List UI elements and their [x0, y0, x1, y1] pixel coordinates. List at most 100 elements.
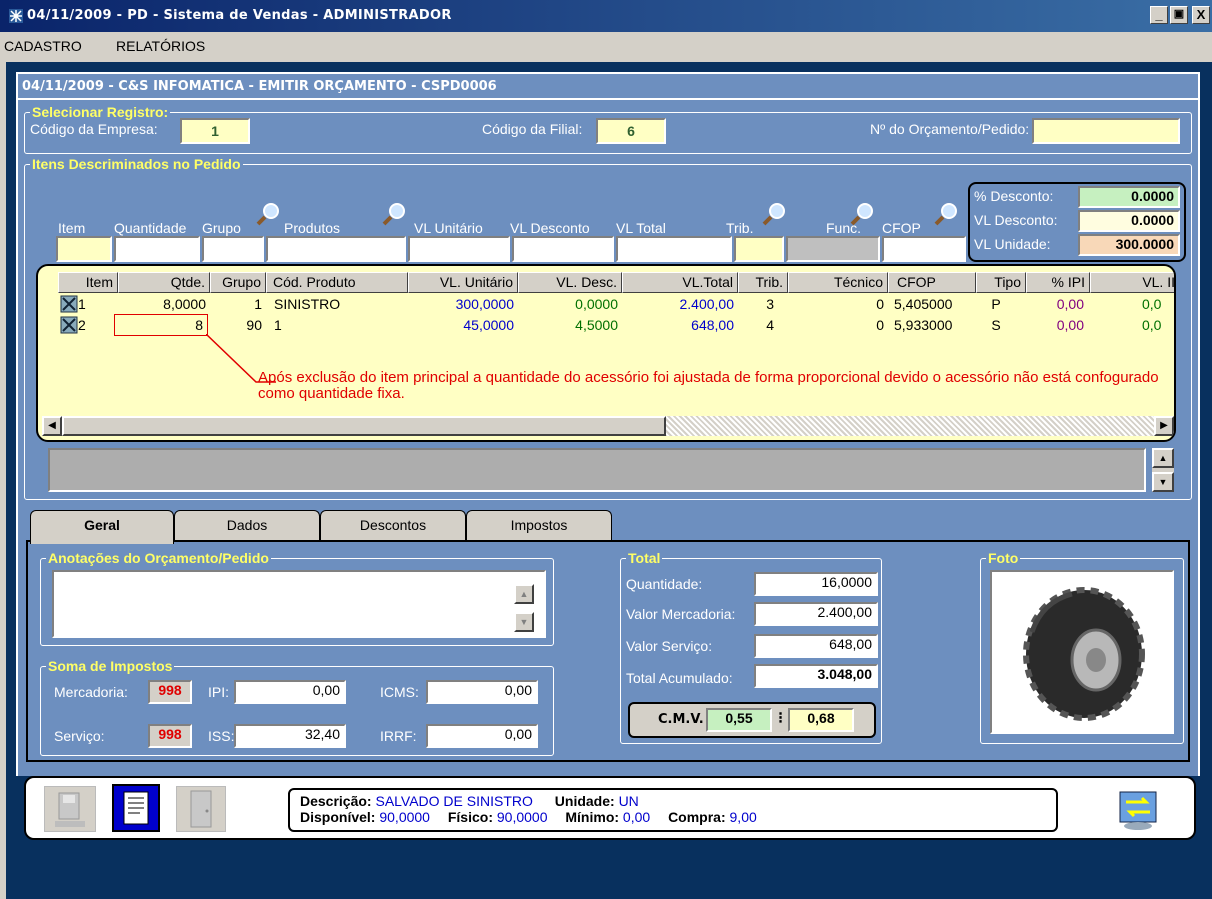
- refresh-button[interactable]: [1116, 786, 1162, 832]
- search-func-icon[interactable]: [850, 202, 874, 226]
- row-2-tecnico[interactable]: 0: [788, 317, 884, 333]
- row-1-icon[interactable]: [60, 295, 78, 313]
- total-serv-input[interactable]: 648,00: [754, 634, 878, 658]
- row-1-ipi[interactable]: 0,00: [1026, 296, 1084, 312]
- print-button[interactable]: [112, 784, 160, 832]
- total-acum-input[interactable]: 3.048,00: [754, 664, 878, 688]
- col-header-vl-unitario[interactable]: VL. Unitário: [408, 272, 518, 293]
- scroll-down-icon[interactable]: ▼: [1152, 472, 1174, 492]
- tax-iss-input[interactable]: 32,40: [234, 724, 346, 748]
- tab-geral[interactable]: Geral: [30, 510, 174, 544]
- row-1-cfop[interactable]: 5,405000: [894, 296, 952, 312]
- total-qtd-input[interactable]: 16,0000: [754, 572, 878, 596]
- row-2-cod-produto[interactable]: 1: [274, 317, 282, 333]
- row-1-cod-produto[interactable]: SINISTRO: [274, 296, 340, 312]
- row-2-trib[interactable]: 4: [738, 317, 774, 333]
- fisico-label: Físico:: [447, 809, 493, 825]
- filial-input[interactable]: 6: [596, 118, 666, 144]
- row-1-vl-desc[interactable]: 0,0000: [518, 296, 618, 312]
- search-cfop-icon[interactable]: [934, 202, 958, 226]
- func-input[interactable]: [786, 236, 880, 262]
- scroll-left-button[interactable]: ◀: [42, 416, 62, 436]
- tax-icms-input[interactable]: 0,00: [426, 680, 538, 704]
- close-button[interactable]: X: [1192, 6, 1210, 24]
- row-2-vl-total[interactable]: 648,00: [622, 317, 734, 333]
- minimize-button[interactable]: _: [1150, 6, 1168, 24]
- vl-desconto-input2[interactable]: 0.0000: [1078, 210, 1180, 232]
- tax-serv-code[interactable]: 998: [148, 724, 192, 748]
- cfop-input[interactable]: [882, 236, 966, 262]
- row-1-grupo[interactable]: 1: [210, 296, 262, 312]
- row-1-vl-unitario[interactable]: 300,0000: [408, 296, 514, 312]
- orcamento-input[interactable]: [1032, 118, 1180, 144]
- grupo-input[interactable]: [202, 236, 264, 262]
- row-1-vl-total[interactable]: 2.400,00: [622, 296, 735, 312]
- maximize-button[interactable]: ▣: [1170, 6, 1188, 24]
- row-2-vl-unitario[interactable]: 45,0000: [408, 317, 514, 333]
- tab-descontos[interactable]: Descontos: [320, 510, 466, 540]
- menu-bar: CADASTRO RELATÓRIOS: [0, 32, 1212, 62]
- empresa-input[interactable]: 1: [180, 118, 250, 144]
- exit-button[interactable]: [176, 786, 226, 832]
- col-header-cfop[interactable]: CFOP: [888, 272, 976, 293]
- col-header-vl-ii[interactable]: VL. II: [1090, 272, 1174, 293]
- menu-relatorios[interactable]: RELATÓRIOS: [116, 38, 205, 54]
- search-trib-icon[interactable]: [762, 202, 786, 226]
- row-1-trib[interactable]: 3: [738, 296, 774, 312]
- row-1-vl-ii[interactable]: 0,0: [1142, 296, 1161, 312]
- vl-desconto-input[interactable]: [512, 236, 614, 262]
- tax-ipi-input[interactable]: 0,00: [234, 680, 346, 704]
- row-2-grupo[interactable]: 90: [210, 317, 262, 333]
- row-2-vl-desc[interactable]: 4,5000: [518, 317, 618, 333]
- notes-textarea[interactable]: [52, 570, 546, 638]
- row-2-icon[interactable]: [60, 316, 78, 334]
- row-1-tipo[interactable]: P: [976, 296, 1016, 312]
- col-header-trib[interactable]: Trib.: [738, 272, 788, 293]
- notes-scroll-up-icon[interactable]: ▲: [514, 584, 534, 604]
- vl-unitario-input[interactable]: [408, 236, 510, 262]
- item-info-scrollbar[interactable]: ▲ ▼: [1152, 448, 1174, 492]
- col-header-qtde[interactable]: Qtde.: [118, 272, 210, 293]
- scroll-thumb[interactable]: [62, 416, 666, 436]
- col-header-vl-desc[interactable]: VL. Desc.: [518, 272, 622, 293]
- tax-merc-code[interactable]: 998: [148, 680, 192, 704]
- trib-input[interactable]: [734, 236, 784, 262]
- search-produtos-icon[interactable]: [382, 202, 406, 226]
- search-grupo-icon[interactable]: [256, 202, 280, 226]
- row-1-qtde[interactable]: 8,0000: [118, 296, 206, 312]
- pct-desconto-input[interactable]: 0.0000: [1078, 186, 1180, 208]
- save-button[interactable]: [44, 786, 96, 832]
- vl-total-input[interactable]: [616, 236, 732, 262]
- col-header-tipo[interactable]: Tipo: [976, 272, 1026, 293]
- select-record-label: Selecionar Registro:: [30, 104, 171, 120]
- scroll-up-icon[interactable]: ▲: [1152, 448, 1174, 468]
- cmv-value-1[interactable]: 0,55: [706, 708, 772, 732]
- row-1-item[interactable]: 1: [78, 296, 86, 312]
- row-2-qtde[interactable]: 8: [114, 314, 208, 336]
- row-2-tipo[interactable]: S: [976, 317, 1016, 333]
- col-header-grupo[interactable]: Grupo: [210, 272, 266, 293]
- row-2-cfop[interactable]: 5,933000: [894, 317, 952, 333]
- col-header-vl-total[interactable]: VL.Total: [622, 272, 738, 293]
- total-merc-input[interactable]: 2.400,00: [754, 602, 878, 626]
- row-2-item[interactable]: 2: [78, 317, 86, 333]
- tab-impostos[interactable]: Impostos: [466, 510, 612, 540]
- notes-scroll-down-icon[interactable]: ▼: [514, 612, 534, 632]
- scroll-right-button[interactable]: ▶: [1154, 416, 1174, 436]
- row-2-vl-ii[interactable]: 0,0: [1142, 317, 1161, 333]
- col-header-ipi[interactable]: % IPI: [1026, 272, 1090, 293]
- row-1-tecnico[interactable]: 0: [788, 296, 884, 312]
- quantidade-input[interactable]: [114, 236, 200, 262]
- cmv-value-2[interactable]: 0,68: [788, 708, 854, 732]
- tax-irrf-input[interactable]: 0,00: [426, 724, 538, 748]
- menu-cadastro[interactable]: CADASTRO: [4, 38, 82, 54]
- vl-unidade-input[interactable]: 300.0000: [1078, 234, 1180, 256]
- col-header-item[interactable]: Item: [58, 272, 118, 293]
- tab-dados[interactable]: Dados: [174, 510, 320, 540]
- col-header-cod-produto[interactable]: Cód. Produto: [266, 272, 408, 293]
- item-input[interactable]: [56, 236, 112, 262]
- col-header-tecnico[interactable]: Técnico: [788, 272, 888, 293]
- produtos-input[interactable]: [266, 236, 406, 262]
- row-2-ipi[interactable]: 0,00: [1026, 317, 1084, 333]
- total-serv-label: Valor Serviço:: [626, 638, 713, 654]
